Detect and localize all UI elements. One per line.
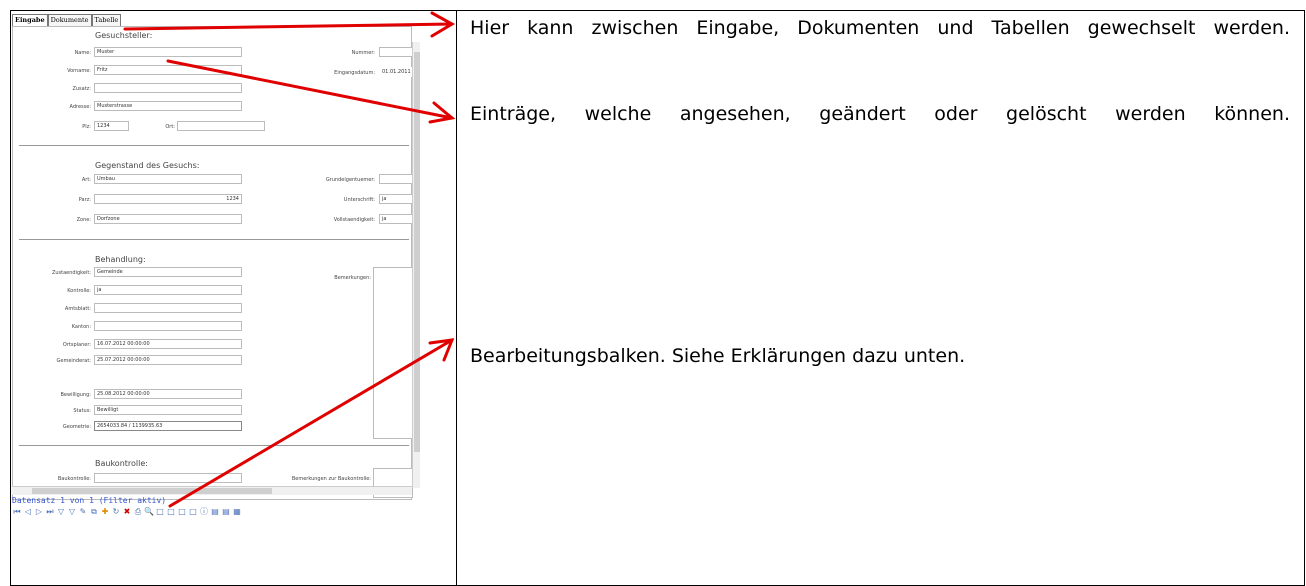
label-grundeigentuemer: Grundeigentuemer: xyxy=(325,177,375,183)
last-record-icon[interactable]: ⏭ xyxy=(45,507,55,517)
label-art: Art: xyxy=(81,177,91,183)
prev-record-icon[interactable]: ◁ xyxy=(23,507,33,517)
label-ortsplaner: Ortsplaner: xyxy=(62,342,91,348)
ortsplaner-field[interactable]: 16.07.2012 00:00:00 xyxy=(94,339,242,349)
note-entries: Einträge, welche angesehen, geändert ode… xyxy=(470,103,1290,125)
view3-icon[interactable]: □ xyxy=(177,507,187,517)
section-title-gegenstand: Gegenstand des Gesuchs: xyxy=(95,161,200,170)
scroll-thumb[interactable] xyxy=(414,52,420,452)
art-field[interactable]: Umbau xyxy=(94,174,242,184)
new-record-icon[interactable]: ✚ xyxy=(100,507,110,517)
label-bemerkungen-baukontrolle: Bemerkungen zur Baukontrolle: xyxy=(291,476,371,482)
kanton-field[interactable] xyxy=(94,321,242,331)
label-zone: Zone: xyxy=(76,217,91,223)
label-kontrolle: Kontrolle: xyxy=(67,288,91,294)
parz-field[interactable]: 1234 xyxy=(94,194,242,204)
settings-icon[interactable]: ▦ xyxy=(232,507,242,517)
import-icon[interactable]: ▤ xyxy=(221,507,231,517)
filter-clear-icon[interactable]: ▽ xyxy=(67,507,77,517)
nummer-field[interactable] xyxy=(379,47,413,57)
ort-field[interactable] xyxy=(177,121,265,131)
label-status: Status: xyxy=(73,408,91,414)
tab-tabelle[interactable]: Tabelle xyxy=(91,14,122,26)
label-baukontrolle: Baukontrolle: xyxy=(57,476,91,482)
vorname-field[interactable]: Fritz xyxy=(94,65,242,75)
view2-icon[interactable]: □ xyxy=(166,507,176,517)
unterschrift-field[interactable]: ja xyxy=(379,194,413,204)
label-bewilligung: Bewilligung: xyxy=(60,392,91,398)
view1-icon[interactable]: □ xyxy=(155,507,165,517)
filter-icon[interactable]: ▽ xyxy=(56,507,66,517)
gemeinderat-field[interactable]: 25.07.2012 00:00:00 xyxy=(94,355,242,365)
first-record-icon[interactable]: ⏮ xyxy=(12,507,22,517)
grundeigentuemer-field[interactable] xyxy=(379,174,413,184)
tab-bar: Eingabe Dokumente Tabelle xyxy=(12,14,122,26)
label-eingangsdatum: Eingangsdatum: xyxy=(334,70,375,76)
section-title-behandlung: Behandlung: xyxy=(95,255,146,264)
tab-dokumente[interactable]: Dokumente xyxy=(47,14,92,26)
adresse-field[interactable]: Musterstrasse xyxy=(94,101,242,111)
search-icon[interactable]: 🔍 xyxy=(144,507,154,517)
label-adresse: Adresse: xyxy=(69,104,92,110)
kontrolle-field[interactable]: ja xyxy=(94,285,242,295)
label-vollstaendigkeit: Vollstaendigkeit: xyxy=(333,217,375,223)
view4-icon[interactable]: □ xyxy=(188,507,198,517)
amtsblatt-field[interactable] xyxy=(94,303,242,313)
horizontal-scrollbar[interactable] xyxy=(12,486,412,495)
scroll-thumb[interactable] xyxy=(32,488,272,494)
note-tabs: Hier kann zwischen Eingabe, Dokumenten u… xyxy=(470,17,1290,39)
bewilligung-field[interactable]: 25.08.2012 00:00:00 xyxy=(94,389,242,399)
copy-icon[interactable]: ⧉ xyxy=(89,507,99,517)
label-zusatz: Zusatz: xyxy=(72,86,91,92)
label-plz: Plz: xyxy=(82,124,91,130)
delete-icon[interactable]: ✖ xyxy=(122,507,132,517)
edit-icon[interactable]: ✎ xyxy=(78,507,88,517)
section-separator xyxy=(19,445,409,446)
label-ort: Ort: xyxy=(165,124,175,130)
label-gemeinderat: Gemeinderat: xyxy=(56,358,91,364)
record-status-text: Datensatz 1 von 1 (Filter aktiv) xyxy=(12,496,167,505)
bemerkungen-textarea[interactable] xyxy=(373,267,413,439)
next-record-icon[interactable]: ▷ xyxy=(34,507,44,517)
zone-field[interactable]: Dorfzone xyxy=(94,214,242,224)
vertical-scrollbar[interactable] xyxy=(412,42,420,488)
zusatz-field[interactable] xyxy=(94,83,242,93)
app-screenshot: Eingabe Dokumente Tabelle Gesuchsteller:… xyxy=(12,14,420,526)
zustaendigkeit-field[interactable]: Gemeinde xyxy=(94,267,242,277)
vollstaendigkeit-field[interactable]: ja xyxy=(379,214,413,224)
eingangsdatum-field[interactable]: 01.01.2011 0 xyxy=(379,67,413,77)
label-vorname: Vorname: xyxy=(67,68,91,74)
label-nummer: Nummer: xyxy=(351,50,375,56)
section-separator xyxy=(19,145,409,146)
column-divider xyxy=(456,10,457,586)
baukontrolle-field[interactable] xyxy=(94,473,242,483)
geometrie-field[interactable]: 2654033.84 / 1139935.63 xyxy=(94,421,242,431)
label-parz: Parz: xyxy=(78,197,91,203)
label-name: Name: xyxy=(74,50,91,56)
tab-eingabe[interactable]: Eingabe xyxy=(12,14,48,26)
edit-toolbar: ⏮ ◁ ▷ ⏭ ▽ ▽ ✎ ⧉ ✚ ↻ ✖ ⎙ 🔍 □ □ □ □ ⓘ ▤ ▤ ▦ xyxy=(12,507,242,519)
status-field[interactable]: Bewilligt xyxy=(94,405,242,415)
print-icon[interactable]: ⎙ xyxy=(133,507,143,517)
export-icon[interactable]: ▤ xyxy=(210,507,220,517)
note-toolbar: Bearbeitungsbalken. Siehe Erklärungen da… xyxy=(470,345,966,367)
label-zustaendigkeit: Zustaendigkeit: xyxy=(51,270,91,276)
section-title-baukontrolle: Baukontrolle: xyxy=(95,459,148,468)
form-area: Gesuchsteller: Name: Muster Vorname: Fri… xyxy=(12,26,413,500)
name-field[interactable]: Muster xyxy=(94,47,242,57)
refresh-icon[interactable]: ↻ xyxy=(111,507,121,517)
info-icon[interactable]: ⓘ xyxy=(199,507,209,517)
plz-field[interactable]: 1234 xyxy=(94,121,129,131)
label-kanton: Kanton: xyxy=(71,324,91,330)
label-amtsblatt: Amtsblatt: xyxy=(64,306,91,312)
section-separator xyxy=(19,239,409,240)
label-unterschrift: Unterschrift: xyxy=(343,197,375,203)
label-bemerkungen: Bemerkungen: xyxy=(334,275,371,281)
section-title-gesuchsteller: Gesuchsteller: xyxy=(95,31,153,40)
label-geometrie: Geometrie: xyxy=(62,424,91,430)
